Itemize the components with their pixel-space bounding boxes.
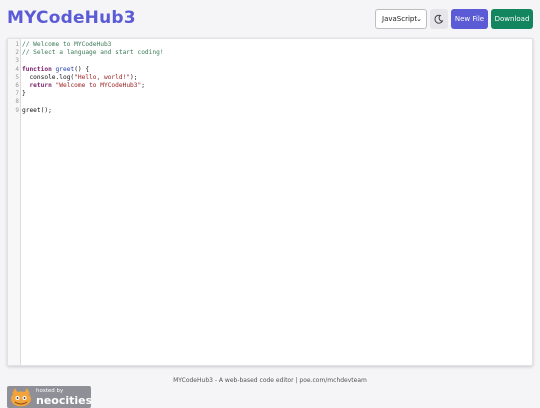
code-editor[interactable]: 123456789 // Welcome to MYCodeHub3// Sel…: [7, 38, 533, 366]
code-line: function greet() {: [22, 66, 89, 74]
code-token: }: [22, 90, 26, 98]
line-number: 5: [15, 73, 19, 81]
line-number: 7: [15, 90, 19, 98]
footer-text: MYCodeHub3 - A web-based code editor | p…: [173, 377, 367, 384]
badge-big-text: neocities: [36, 394, 91, 407]
code-line: // Welcome to MYCodeHub3: [22, 41, 111, 49]
line-number-gutter: 123456789: [8, 39, 21, 365]
theme-toggle-button[interactable]: [430, 9, 448, 29]
moon-icon: [434, 14, 444, 24]
code-line: greet();: [22, 107, 52, 115]
app-header: MYCodeHub3 JavaScript ⌄ New File Downloa…: [0, 0, 540, 38]
download-button[interactable]: Download: [491, 9, 533, 29]
new-file-button[interactable]: New File: [451, 9, 488, 29]
code-token: "Hello, world!": [74, 73, 131, 81]
code-token: // Select a language and start coding!: [22, 49, 164, 57]
code-token: // Welcome to MYCodeHub3: [22, 41, 112, 48]
line-number: 1: [15, 41, 19, 48]
code-token: () {: [74, 65, 90, 73]
line-number: 3: [15, 57, 19, 65]
code-line: console.log("Hello, world!");: [22, 73, 138, 82]
code-token: "Welcome to MYCodeHub3": [55, 82, 142, 89]
code-token: greet();: [22, 106, 52, 114]
code-token: return: [29, 82, 52, 89]
code-line: return "Welcome to MYCodeHub3";: [22, 82, 145, 90]
line-number: 2: [15, 49, 19, 57]
chevron-down-icon: ⌄: [416, 15, 422, 23]
code-token: function: [22, 65, 52, 73]
app-title: MYCodeHub3: [7, 8, 136, 28]
language-select-value: JavaScript: [382, 15, 418, 23]
code-token: ;: [141, 82, 145, 89]
code-line: }: [22, 90, 26, 98]
code-line: // Select a language and start coding!: [22, 49, 164, 57]
line-number: 6: [15, 82, 19, 89]
code-token: );: [130, 73, 138, 81]
line-number: 8: [15, 98, 19, 106]
code-token: greet: [55, 65, 75, 73]
line-number: 9: [15, 106, 19, 114]
language-select[interactable]: JavaScript ⌄: [375, 9, 427, 29]
line-number: 4: [15, 65, 19, 73]
neocities-cat-logo-icon: [11, 388, 31, 407]
code-token: console.log(: [22, 73, 75, 81]
